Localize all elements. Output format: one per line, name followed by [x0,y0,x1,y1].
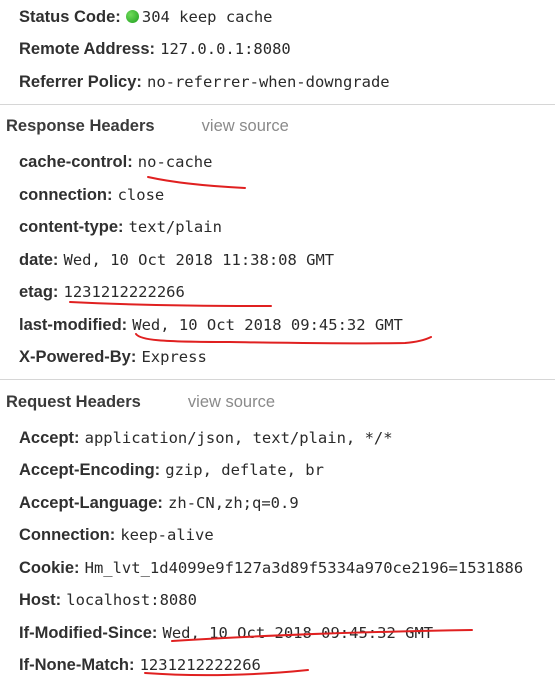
request-view-source-link[interactable]: view source [188,393,275,411]
request-headers-header[interactable]: Request Headers view source [6,388,275,416]
request-header-row: Cookie: Hm_lvt_1d4099e9f127a3d89f5334a97… [19,555,523,581]
header-key: Accept-Language: [19,494,163,512]
header-value: localhost:8080 [66,591,197,609]
referrer-policy-row: Referrer Policy: no-referrer-when-downgr… [19,69,390,95]
header-value: close [117,186,165,204]
referrer-policy-key: Referrer Policy: [19,73,142,91]
header-key: date: [19,251,59,269]
response-view-source-link[interactable]: view source [202,117,289,135]
remote-address-value: 127.0.0.1:8080 [160,40,291,58]
request-header-row: Accept-Language: zh-CN,zh;q=0.9 [19,490,299,516]
request-header-row: Connection: keep-alive [19,522,214,548]
response-header-row: last-modified: Wed, 10 Oct 2018 09:45:32… [19,312,403,338]
header-value: 1231212222266 [139,656,261,674]
header-value: Wed, 10 Oct 2018 11:38:08 GMT [63,251,335,269]
header-key: If-Modified-Since: [19,624,158,642]
header-value: Hm_lvt_1d4099e9f127a3d89f5334a970ce2196=… [84,559,524,577]
referrer-policy-value: no-referrer-when-downgrade [146,73,390,91]
header-value: 1231212222266 [63,283,185,301]
section-divider [0,379,555,380]
header-key: etag: [19,283,59,301]
response-header-row: connection: close [19,182,164,208]
request-headers-title: Request Headers [6,393,141,411]
header-key: Accept: [19,429,80,447]
header-value: Wed, 10 Oct 2018 09:45:32 GMT [162,624,434,642]
header-value: keep-alive [120,526,214,544]
response-header-row: content-type: text/plain [19,214,222,240]
status-dot-icon [125,10,139,23]
status-code-row: Status Code: 304 keep cache [19,4,273,30]
request-header-row: If-None-Match: 1231212222266 [19,652,261,678]
header-value: application/json, text/plain, */* [84,429,393,447]
header-key: Cookie: [19,559,80,577]
remote-address-row: Remote Address: 127.0.0.1:8080 [19,36,291,62]
red-annotation-overlay [69,176,473,677]
header-key: content-type: [19,218,124,236]
response-header-row: etag: 1231212222266 [19,279,185,305]
header-value: no-cache [137,153,213,171]
request-header-row: Host: localhost:8080 [19,587,197,613]
header-key: Connection: [19,526,116,544]
request-header-row: Accept-Encoding: gzip, deflate, br [19,457,324,483]
header-value: Express [141,348,207,366]
header-value: zh-CN,zh;q=0.9 [168,494,299,512]
header-value: Wed, 10 Oct 2018 09:45:32 GMT [132,316,403,334]
header-key: Host: [19,591,62,609]
header-value: gzip, deflate, br [165,461,324,479]
header-key: connection: [19,186,113,204]
request-header-row: Accept: application/json, text/plain, */… [19,425,393,451]
header-key: X-Powered-By: [19,348,137,366]
response-headers-title: Response Headers [6,117,155,135]
header-value: text/plain [128,218,222,236]
section-divider [0,104,555,105]
response-header-row: X-Powered-By: Express [19,344,207,370]
remote-address-key: Remote Address: [19,40,156,58]
response-header-row: cache-control: no-cache [19,149,212,175]
header-key: If-None-Match: [19,656,135,674]
header-key: last-modified: [19,316,128,334]
header-key: Accept-Encoding: [19,461,161,479]
status-code-value: 304 keep cache [141,8,273,26]
status-code-key: Status Code: [19,8,121,26]
header-key: cache-control: [19,153,133,171]
request-header-row: If-Modified-Since: Wed, 10 Oct 2018 09:4… [19,620,433,646]
response-header-row: date: Wed, 10 Oct 2018 11:38:08 GMT [19,247,334,273]
response-headers-header[interactable]: Response Headers view source [6,112,289,140]
